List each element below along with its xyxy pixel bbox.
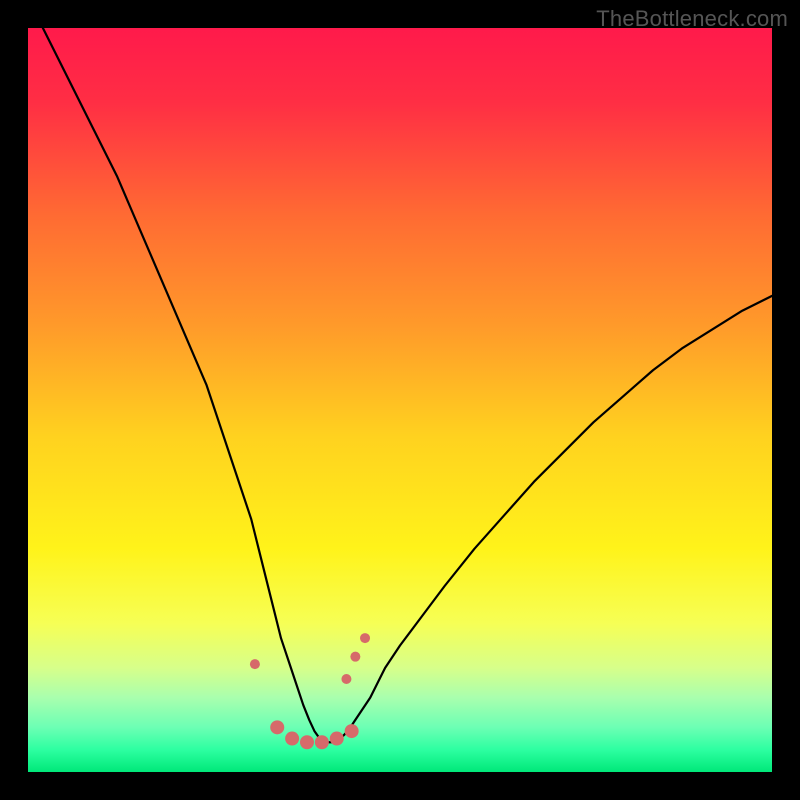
data-marker (315, 735, 329, 749)
data-marker (345, 724, 359, 738)
data-marker (300, 735, 314, 749)
chart-area (28, 28, 772, 772)
data-marker (285, 732, 299, 746)
data-marker (350, 652, 360, 662)
data-marker (250, 659, 260, 669)
chart-svg (28, 28, 772, 772)
data-marker (270, 720, 284, 734)
data-marker (341, 674, 351, 684)
gradient-background (28, 28, 772, 772)
data-marker (360, 633, 370, 643)
data-marker (330, 732, 344, 746)
outer-frame: TheBottleneck.com (0, 0, 800, 800)
